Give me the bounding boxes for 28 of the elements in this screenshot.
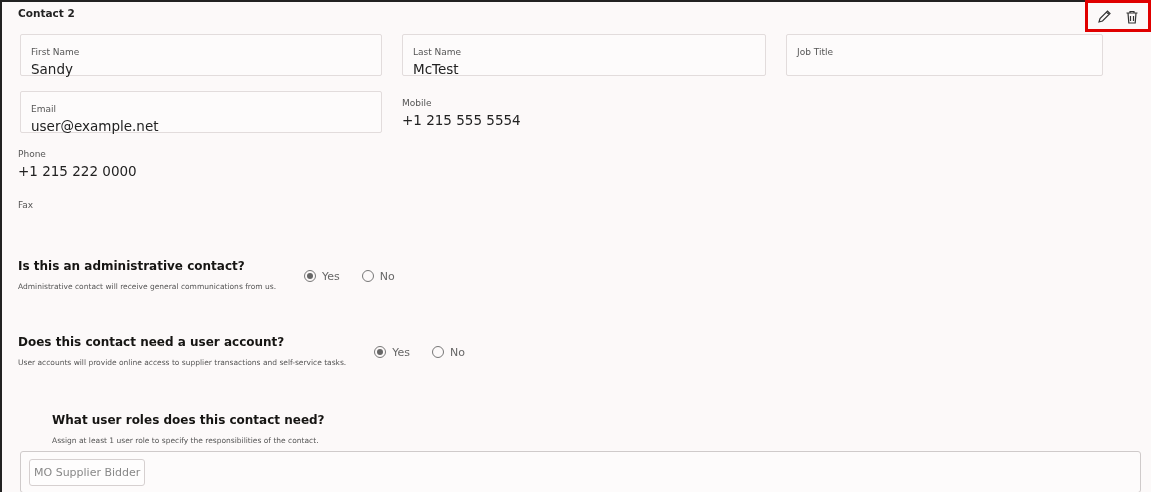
text-field[interactable]: Job Title bbox=[786, 34, 1103, 76]
section-title: Contact 2 bbox=[18, 7, 75, 19]
question-title: Is this an administrative contact? bbox=[18, 259, 245, 274]
field-value: McTest bbox=[413, 60, 459, 78]
radio-option[interactable]: No bbox=[361, 269, 395, 283]
text-field[interactable]: Last Name McTest bbox=[402, 34, 766, 76]
role-input-field[interactable]: MO Supplier Bidder bbox=[20, 451, 1141, 492]
field-value[interactable]: +1 215 555 5554 bbox=[402, 111, 521, 129]
radio-option[interactable]: Yes bbox=[304, 269, 340, 283]
radio-option[interactable]: Yes bbox=[374, 345, 411, 359]
text-field[interactable]: First Name Sandy bbox=[20, 34, 382, 76]
field-label: Last Name bbox=[413, 46, 462, 58]
text-field[interactable]: Email user@example.net bbox=[20, 91, 382, 133]
question-title: Does this contact need a user account? bbox=[18, 335, 285, 350]
field-label: Job Title bbox=[797, 46, 834, 58]
field-label: First Name bbox=[31, 46, 80, 58]
radio-option[interactable]: No bbox=[432, 345, 465, 359]
role-chip[interactable]: MO Supplier Bidder bbox=[29, 458, 146, 486]
question-title: What user roles does this contact need? bbox=[52, 413, 325, 428]
field-label: Phone bbox=[18, 148, 46, 160]
field-label: Mobile bbox=[402, 97, 432, 109]
field-value: Sandy bbox=[31, 60, 73, 78]
pencil-icon[interactable] bbox=[1096, 9, 1112, 25]
field-value[interactable]: +1 215 222 0000 bbox=[18, 162, 137, 180]
field-value: user@example.net bbox=[31, 117, 159, 135]
field-label: Fax bbox=[18, 199, 34, 211]
trash-icon[interactable] bbox=[1124, 9, 1140, 25]
field-label: Email bbox=[31, 103, 56, 115]
